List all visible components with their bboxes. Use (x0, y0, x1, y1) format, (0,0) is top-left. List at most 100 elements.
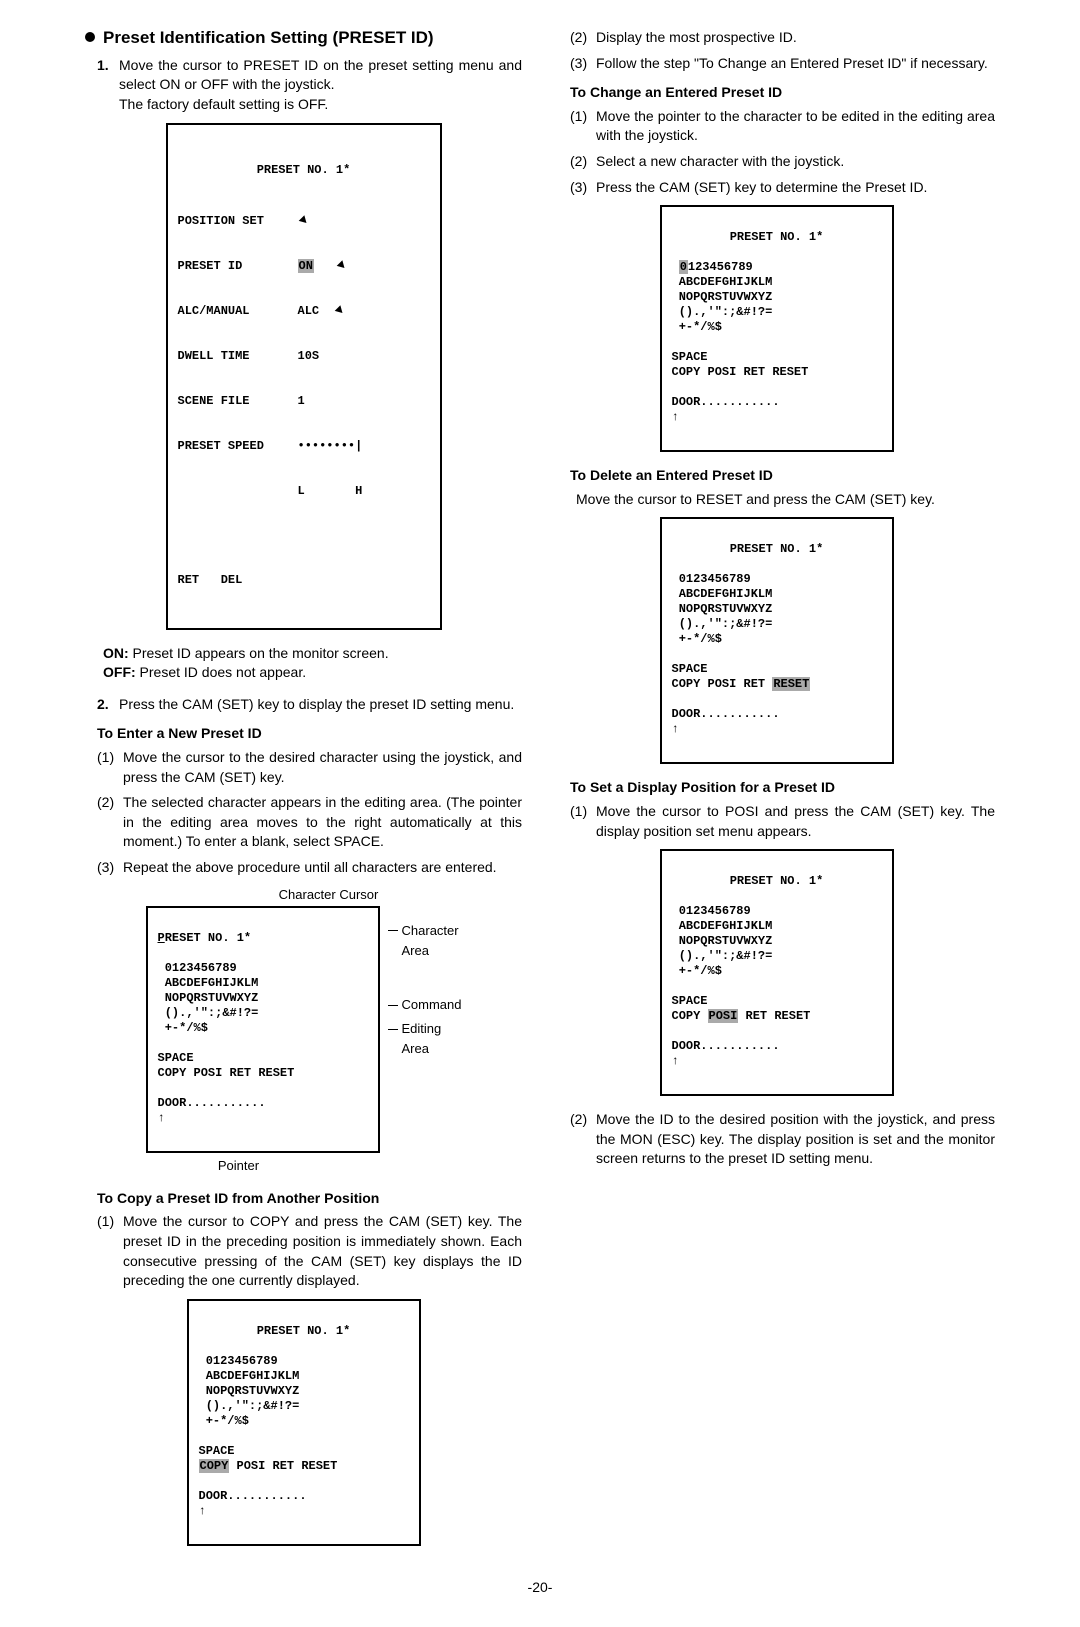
char-row: +-*/%$ (672, 320, 722, 334)
text: Preset ID appears on the monitor screen. (129, 645, 389, 661)
edit-row: DOOR........... (199, 1489, 307, 1503)
step-text: Move the pointer to the character to be … (596, 107, 995, 146)
section-heading: Preset Identification Setting (PRESET ID… (85, 26, 522, 50)
menu-value: 1 (298, 394, 305, 409)
cmd-row: COPY POSI RET RESET (199, 1459, 338, 1473)
step-text: The selected character appears in the ed… (123, 793, 522, 852)
label-on: ON: (103, 645, 129, 661)
char-row: ABCDEFGHIJKLM (199, 1369, 300, 1383)
char-entry-diagram: Character Cursor PRESET NO. 1* 012345678… (85, 886, 522, 1175)
step-text: Press the CAM (SET) key to determine the… (596, 178, 995, 198)
cursor-icon (298, 215, 309, 226)
pointer-icon: ↑ (199, 1504, 206, 1518)
menu-item: PRESET ID (178, 259, 298, 274)
diagram-label: Character Cursor (279, 886, 379, 904)
step-number: (2) (570, 152, 596, 172)
step-number: (2) (570, 28, 596, 48)
cmd-row: COPY POSI RET RESET (672, 677, 811, 691)
body-text: Move the cursor to RESET and press the C… (576, 490, 995, 510)
pointer-icon: ↑ (672, 722, 679, 736)
menu-value: ••••••••| (298, 439, 363, 454)
edit-row: DOOR........... (158, 1096, 266, 1110)
menu-item: PRESET SPEED (178, 439, 298, 454)
edit-row: DOOR........... (672, 1039, 780, 1053)
screen-title: PRESET NO. 1* (672, 874, 882, 889)
menu-item (178, 484, 298, 499)
screen-title: PRESET NO. 1* (672, 542, 882, 557)
on-off-description: ON: Preset ID appears on the monitor scr… (103, 644, 522, 683)
screen-title: PRESET NO. 1* (672, 230, 882, 245)
diagram-label: Area (402, 1040, 429, 1058)
cmd-row: COPY POSI RET RESET (672, 1009, 811, 1023)
char-row: +-*/%$ (158, 1021, 208, 1035)
preset-menu-screen: PRESET NO. 1* POSITION SET PRESET IDON A… (166, 123, 442, 630)
step-text: Follow the step "To Change an Entered Pr… (596, 54, 995, 74)
step-number: (1) (570, 107, 596, 146)
step-number: (1) (97, 1212, 123, 1290)
cursor-icon (334, 305, 345, 316)
screen-title: P (158, 931, 165, 945)
step-number: (3) (570, 54, 596, 74)
step-text: Press the CAM (SET) key to display the p… (119, 695, 522, 715)
step-text: Move the cursor to POSI and press the CA… (596, 802, 995, 841)
step-number: (2) (570, 1110, 596, 1169)
cmd-row: COPY POSI RET RESET (672, 365, 809, 379)
char-row: NOPQRSTUVWXYZ (672, 934, 773, 948)
space-cmd: SPACE (672, 350, 708, 364)
space-cmd: SPACE (672, 994, 708, 1008)
step-number: (2) (97, 793, 123, 852)
char-row: ABCDEFGHIJKLM (672, 919, 773, 933)
char-row: 0123456789 (672, 260, 753, 274)
step-number: 1. (97, 56, 119, 115)
step-text: Move the ID to the desired position with… (596, 1110, 995, 1169)
menu-value: ALC (298, 304, 320, 318)
step-number: 2. (97, 695, 119, 715)
char-row: ().,'":;&#!?= (672, 617, 773, 631)
menu-footer: RET DEL (178, 573, 243, 588)
pointer-icon: ↑ (672, 1054, 679, 1068)
space-cmd: SPACE (672, 662, 708, 676)
diagram-label: Pointer (218, 1157, 259, 1175)
menu-item: ALC/MANUAL (178, 304, 298, 319)
menu-value-selected: ON (298, 259, 314, 273)
char-row: ().,'":;&#!?= (672, 305, 773, 319)
menu-item: DWELL TIME (178, 349, 298, 364)
delete-screen: PRESET NO. 1* 0123456789 ABCDEFGHIJKLM N… (660, 517, 894, 764)
char-row: ().,'":;&#!?= (199, 1399, 300, 1413)
char-row: 0123456789 (158, 961, 237, 975)
step-text: Repeat the above procedure until all cha… (123, 858, 522, 878)
step-number: (1) (97, 748, 123, 787)
char-row: ABCDEFGHIJKLM (672, 587, 773, 601)
step-text: The factory default setting is OFF. (119, 96, 328, 112)
step-text: Select a new character with the joystick… (596, 152, 995, 172)
char-row: ABCDEFGHIJKLM (672, 275, 773, 289)
label-off: OFF: (103, 664, 136, 680)
pointer-icon: ↑ (672, 410, 679, 424)
char-row: 0123456789 (672, 572, 751, 586)
screen-title: PRESET NO. 1* (199, 1324, 409, 1339)
page-number: -20- (85, 1578, 995, 1598)
char-row: NOPQRSTUVWXYZ (158, 991, 259, 1005)
space-cmd: SPACE (158, 1051, 194, 1065)
cmd-row: COPY POSI RET RESET (158, 1066, 295, 1080)
char-row: 0123456789 (672, 904, 751, 918)
step-number: (3) (570, 178, 596, 198)
diagram-label: Area (402, 942, 429, 960)
screen-title: RESET NO. 1* (165, 931, 251, 945)
char-row: NOPQRSTUVWXYZ (199, 1384, 300, 1398)
text: Preset ID does not appear. (136, 664, 306, 680)
screen-title: PRESET NO. 1* (178, 163, 430, 178)
diagram-label: Command (402, 996, 462, 1014)
subheading: To Delete an Entered Preset ID (570, 466, 995, 486)
menu-item: POSITION SET (178, 214, 298, 229)
change-screen: PRESET NO. 1* 0123456789 ABCDEFGHIJKLM N… (660, 205, 894, 452)
char-row: NOPQRSTUVWXYZ (672, 602, 773, 616)
edit-row: DOOR........... (672, 395, 780, 409)
subheading: To Set a Display Position for a Preset I… (570, 778, 995, 798)
diagram-label: Editing (402, 1020, 442, 1038)
menu-value: 10S (298, 349, 320, 364)
subheading: To Enter a New Preset ID (97, 724, 522, 744)
pointer-icon: ↑ (158, 1111, 165, 1125)
diagram-label: Character (402, 922, 459, 940)
step-number: (3) (97, 858, 123, 878)
